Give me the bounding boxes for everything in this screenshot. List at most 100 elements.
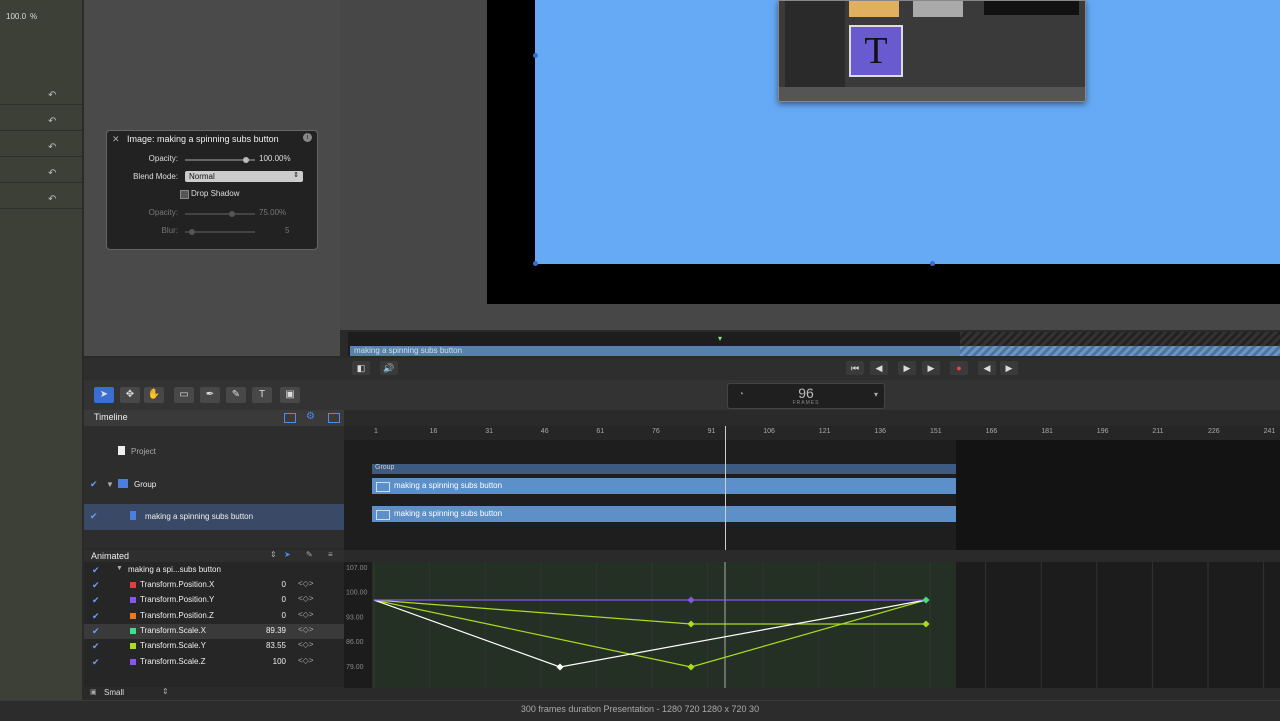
pen-icon[interactable]: ✎ — [306, 550, 313, 559]
step-forward-icon[interactable]: ▶ — [898, 361, 916, 375]
transform-tool-icon[interactable]: ✥ — [120, 387, 140, 403]
keyframe-nav-icon[interactable]: <◇> — [298, 656, 314, 665]
keyframe-nav-icon[interactable]: <◇> — [298, 610, 314, 619]
reset-icon[interactable]: ↶ — [48, 194, 56, 205]
chevron-updown-icon[interactable]: ⇕ — [162, 687, 169, 696]
keyframe-nav-icon[interactable]: <◇> — [298, 594, 314, 603]
keyframe-nav-icon[interactable]: <◇> — [298, 625, 314, 634]
reset-icon[interactable]: ↶ — [48, 116, 56, 127]
visibility-checkbox[interactable]: ✔ — [92, 611, 101, 621]
opacity-value[interactable]: 100.00% — [259, 154, 291, 163]
clip-track[interactable]: making a spinning subs button — [372, 506, 956, 522]
blend-mode-select[interactable]: Normal ⇕ — [185, 171, 303, 182]
slider-knob[interactable] — [189, 229, 195, 235]
drop-shadow-checkbox[interactable] — [180, 190, 189, 199]
loop-forward-icon[interactable]: ▶ — [1000, 361, 1018, 375]
slider-knob[interactable] — [243, 157, 249, 163]
pan-tool-icon[interactable]: ✋ — [144, 387, 164, 403]
playhead-marker-icon[interactable]: ▾ — [718, 334, 722, 343]
graph-active-area — [372, 562, 956, 688]
visibility-checkbox[interactable]: ✔ — [92, 596, 101, 605]
visibility-checkbox[interactable]: ✔ — [90, 480, 99, 489]
mask-tool-icon[interactable]: ▣ — [280, 387, 300, 403]
window-icon[interactable] — [328, 413, 340, 423]
mini-timeline-clip[interactable]: making a spinning subs button — [350, 346, 1280, 356]
group-track[interactable]: Group — [372, 464, 956, 474]
animated-param-row[interactable]: ✔ Transform.Position.X 0 <◇> — [84, 578, 344, 593]
animated-param-row[interactable]: ✔ Transform.Scale.Y 83.55 <◇> — [84, 639, 344, 654]
param-value[interactable]: 100 — [264, 657, 286, 666]
layer-project[interactable]: Project — [84, 440, 344, 466]
shadow-opacity-value[interactable]: 75.00% — [259, 208, 286, 217]
keyframe-nav-icon[interactable]: <◇> — [298, 579, 314, 588]
time-ruler[interactable]: 1 16 31 46 61 76 91 106 121 136 151 166 181 196 211 226… — [344, 426, 1280, 440]
zoom-select[interactable]: Small — [104, 688, 124, 697]
screenshot-thumbnail[interactable]: T — [778, 0, 1086, 102]
arrow-icon[interactable]: ➤ — [284, 550, 291, 559]
chevron-down-icon[interactable]: ▾ — [874, 390, 878, 399]
visibility-checkbox[interactable]: ✔ — [90, 512, 99, 521]
blur-value[interactable]: 5 — [285, 226, 289, 235]
list-icon[interactable]: ≡ — [328, 550, 333, 559]
text-tool-icon[interactable]: T — [252, 387, 272, 403]
go-to-start-icon[interactable]: ⏮ — [846, 361, 864, 375]
visibility-checkbox[interactable]: ✔ — [92, 581, 101, 590]
keyframe-graph[interactable]: 107.00 100.00 93.00 86.00 79.00 — [344, 562, 1280, 688]
play-button[interactable]: ▶ — [922, 361, 940, 375]
visibility-checkbox[interactable]: ✔ — [92, 626, 101, 636]
reset-icon[interactable]: ↶ — [48, 142, 56, 153]
animated-param-row[interactable]: ✔ Transform.Scale.X 89.39 <◇> — [84, 623, 344, 639]
param-value[interactable]: 83.55 — [264, 641, 286, 650]
reset-icon[interactable]: ↶ — [48, 90, 56, 101]
layer-group[interactable]: ✔ ▼ Group — [84, 472, 344, 498]
loop-back-icon[interactable]: ◀ — [978, 361, 996, 375]
param-value[interactable]: 0 — [264, 595, 286, 604]
zoom-icon[interactable]: ▣ — [90, 688, 97, 696]
slider-knob[interactable] — [229, 211, 235, 217]
ruler-tick: 16 — [429, 428, 438, 435]
step-back-icon[interactable]: ◀ — [870, 361, 888, 375]
audio-out-icon[interactable]: ◧ — [352, 361, 370, 375]
transform-handle[interactable] — [533, 261, 538, 266]
animated-parent-row[interactable]: ✔ ▼ making a spi...subs button — [84, 563, 344, 578]
ruler-tick: 61 — [596, 428, 605, 435]
visibility-checkbox[interactable]: ✔ — [92, 566, 101, 575]
animated-param-row[interactable]: ✔ Transform.Position.Z 0 <◇> — [84, 609, 344, 624]
animated-param-row[interactable]: ✔ Transform.Scale.Z 100 <◇> — [84, 655, 344, 670]
record-button[interactable]: ● — [950, 361, 968, 375]
transform-handle[interactable] — [533, 53, 538, 58]
shadow-opacity-slider[interactable] — [185, 211, 255, 217]
paint-tool-icon[interactable]: ✎ — [226, 387, 246, 403]
chevron-updown-icon[interactable]: ⇕ — [270, 550, 277, 559]
reset-icon[interactable]: ↶ — [48, 168, 56, 179]
visibility-checkbox[interactable]: ✔ — [92, 657, 101, 667]
param-value[interactable]: 89.39 — [264, 626, 286, 635]
rectangle-tool-icon[interactable]: ▭ — [174, 387, 194, 403]
frame-counter[interactable]: ◔ 96 FRAMES ▾ — [727, 383, 885, 409]
param-value[interactable]: 0 — [264, 611, 286, 620]
opacity-slider[interactable] — [185, 157, 255, 163]
playhead[interactable] — [725, 426, 726, 550]
layer-image[interactable]: ✔ making a spinning subs button — [84, 504, 344, 530]
clip-track[interactable]: making a spinning subs button — [372, 478, 956, 494]
animated-title: Animated — [91, 551, 130, 561]
blur-slider[interactable] — [185, 229, 255, 235]
param-value[interactable]: 0 — [264, 580, 286, 589]
layers-icon[interactable] — [284, 413, 296, 423]
transform-handle[interactable] — [930, 261, 935, 266]
select-tool-icon[interactable]: ➤ — [94, 387, 114, 403]
close-icon[interactable]: ✕ — [112, 134, 120, 145]
keyframe-nav-icon[interactable]: <◇> — [298, 640, 314, 649]
visibility-checkbox[interactable]: ✔ — [92, 642, 101, 651]
info-icon[interactable]: i — [303, 133, 312, 142]
disclosure-triangle-icon[interactable]: ▼ — [116, 565, 123, 572]
disclosure-triangle-icon[interactable]: ▼ — [106, 480, 114, 489]
bezier-tool-icon[interactable]: ✒ — [200, 387, 220, 403]
param-row: ↶ — [0, 166, 82, 183]
opacity-readout[interactable]: 100.0 — [6, 12, 26, 21]
curve-svg[interactable]: 107.00 100.00 93.00 86.00 79.00 — [344, 562, 1280, 688]
animated-param-row[interactable]: ✔ Transform.Position.Y 0 <◇> — [84, 593, 344, 608]
param-row: ↶ — [0, 114, 82, 131]
speaker-icon[interactable]: 🔊 — [380, 361, 398, 375]
gear-icon[interactable]: ⚙ — [306, 411, 315, 422]
